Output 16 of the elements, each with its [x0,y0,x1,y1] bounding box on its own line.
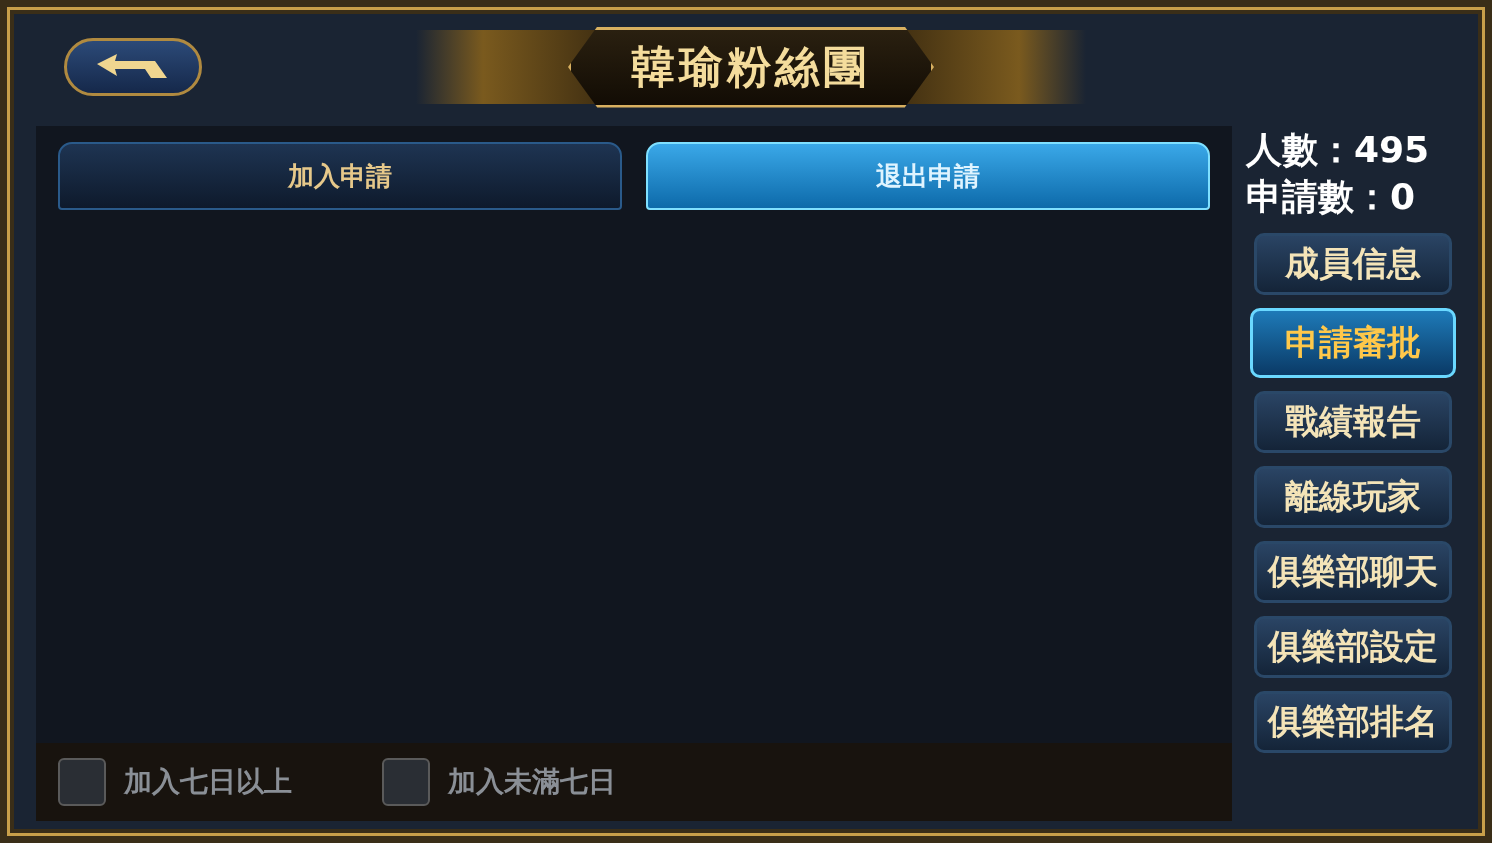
menu-button[interactable]: 離線玩家 [1254,466,1452,528]
menu-button[interactable]: 申請審批 [1250,308,1456,378]
stat-text: 申請數：0 [1246,175,1417,219]
checkbox-label: 加入未滿七日 [448,764,616,800]
menu-button[interactable]: 成員信息 [1254,233,1452,295]
menu-button[interactable]: 俱樂部排名 [1254,691,1452,753]
back-button[interactable] [64,38,202,96]
menu-button[interactable]: 俱樂部聊天 [1254,541,1452,603]
menu-button[interactable]: 戰績報告 [1254,391,1452,453]
checkbox[interactable] [58,758,106,806]
stat-text: 人數：495 [1246,128,1431,172]
menu-button[interactable]: 俱樂部設定 [1254,616,1452,678]
checkbox-label: 加入七日以上 [124,764,292,800]
window-title: 韓瑜粉絲團 [568,26,934,108]
checkbox[interactable] [382,758,430,806]
tab[interactable]: 加入申請 [58,142,622,210]
